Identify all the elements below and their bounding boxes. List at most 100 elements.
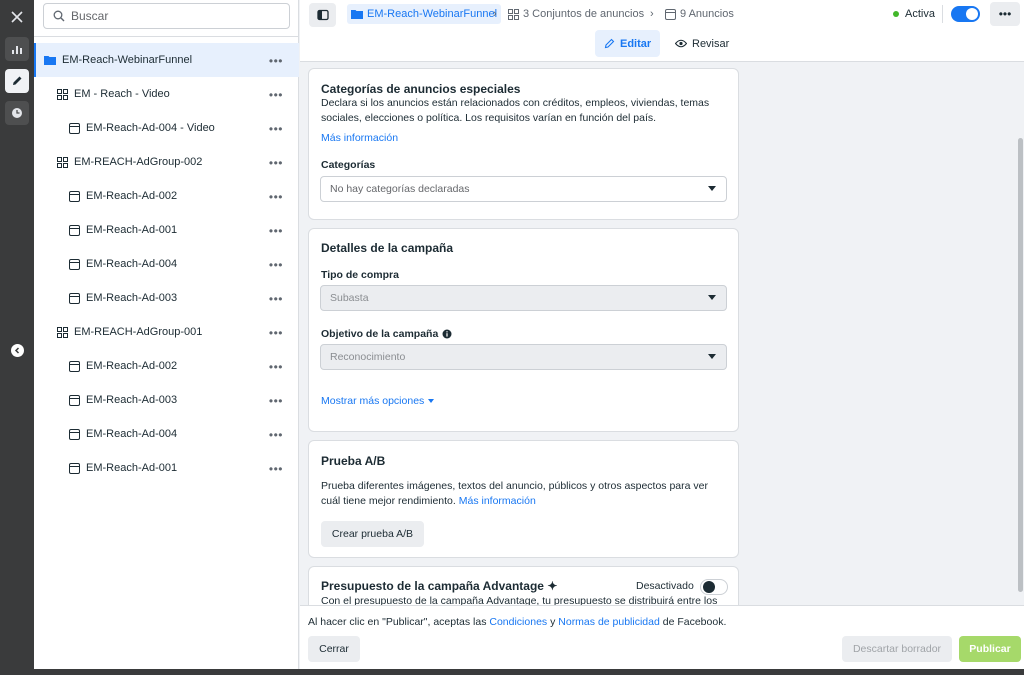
bottom-bar: [0, 669, 1024, 675]
tree-item-ad[interactable]: EM-Reach-Ad-002 •••: [34, 349, 299, 383]
terms-suffix: de Facebook.: [659, 616, 727, 628]
ad-icon: [68, 258, 80, 270]
more-options-button[interactable]: •••: [269, 122, 283, 136]
tree-item-label: EM-Reach-Ad-001: [86, 224, 178, 236]
dropdown-caret-icon: [708, 186, 716, 191]
more-options-button[interactable]: •••: [269, 428, 283, 442]
scrollbar-thumb[interactable]: [1018, 138, 1023, 592]
more-options-button[interactable]: •••: [269, 88, 283, 102]
show-more-options-label: Mostrar más opciones: [321, 395, 425, 407]
breadcrumb-adsets-label: 3 Conjuntos de anuncios: [523, 8, 645, 20]
tree-item-label: EM-Reach-Ad-002: [86, 360, 178, 372]
tree-item-ad[interactable]: EM-Reach-Ad-001 •••: [34, 213, 299, 247]
ad-icon: [68, 122, 80, 134]
tree-item-ad[interactable]: EM-Reach-Ad-003 •••: [34, 383, 299, 417]
advantage-budget-title-row: Presupuesto de la campaña Advantage ✦: [321, 579, 557, 593]
status-dot: [893, 11, 899, 17]
edit-mode-button[interactable]: Editar: [595, 30, 661, 57]
divider: [34, 36, 299, 37]
more-options-button[interactable]: •••: [269, 360, 283, 374]
clock-icon[interactable]: [5, 101, 29, 125]
tree-item-ad[interactable]: EM-Reach-Ad-004 •••: [34, 417, 299, 451]
ab-test-more-info-link[interactable]: Más información: [459, 495, 536, 507]
chevron-right-icon: ›: [650, 8, 654, 20]
ad-icon: [68, 224, 80, 236]
advertising-policies-link[interactable]: Normas de publicidad: [558, 616, 660, 628]
more-info-link[interactable]: Más información: [321, 132, 398, 144]
tree-item-ad[interactable]: EM-Reach-Ad-002 •••: [34, 179, 299, 213]
special-categories-title: Categorías de anuncios especiales: [321, 82, 521, 96]
ab-test-description: Prueba diferentes imágenes, textos del a…: [321, 479, 726, 509]
discard-draft-button[interactable]: Descartar borrador: [842, 636, 952, 662]
ad-icon: [68, 292, 80, 304]
advantage-budget-title: Presupuesto de la campaña Advantage: [321, 579, 544, 593]
tree-item-adset[interactable]: EM - Reach - Video •••: [34, 77, 299, 111]
panel-toggle-icon[interactable]: [309, 3, 336, 27]
more-options-button[interactable]: •••: [269, 190, 283, 204]
more-options-button[interactable]: •••: [269, 224, 283, 238]
buy-type-value: Subasta: [330, 292, 369, 304]
content-scrollbar[interactable]: [1017, 62, 1024, 605]
grid-icon: [56, 156, 68, 168]
categories-label: Categorías: [321, 159, 376, 171]
campaign-tree-panel: EM-Reach-WebinarFunnel•••EM - Reach - Vi…: [34, 0, 299, 675]
create-ab-test-button[interactable]: Crear prueba A/B: [321, 521, 424, 547]
advantage-budget-toggle[interactable]: [700, 579, 728, 595]
breadcrumb-ads-label: 9 Anuncios: [680, 8, 734, 20]
grid-icon: [56, 88, 68, 100]
close-icon[interactable]: [5, 5, 29, 29]
tree-item-label: EM-Reach-Ad-003: [86, 394, 178, 406]
objective-value: Reconocimiento: [330, 351, 406, 363]
more-options-button[interactable]: •••: [269, 258, 283, 272]
tree-item-ad[interactable]: EM-Reach-Ad-001 •••: [34, 451, 299, 485]
tree-item-adset[interactable]: EM-REACH-AdGroup-002 •••: [34, 145, 299, 179]
bar-chart-icon[interactable]: [5, 37, 29, 61]
close-button[interactable]: Cerrar: [308, 636, 360, 662]
info-icon[interactable]: [442, 329, 452, 339]
tree-item-adset[interactable]: EM-REACH-AdGroup-001 •••: [34, 315, 299, 349]
more-options-button[interactable]: •••: [269, 156, 283, 170]
advantage-budget-description: Con el presupuesto de la campaña Advanta…: [321, 595, 718, 605]
breadcrumb-ads[interactable]: 9 Anuncios: [665, 4, 734, 24]
more-options-button[interactable]: •••: [269, 462, 283, 476]
search-input[interactable]: [71, 9, 271, 23]
publish-button[interactable]: Publicar: [959, 636, 1021, 662]
terms-link[interactable]: Condiciones: [489, 616, 547, 628]
ad-icon: [68, 190, 80, 202]
pencil-icon[interactable]: [5, 69, 29, 93]
more-options-button[interactable]: •••: [269, 54, 283, 68]
tree-item-label: EM-Reach-Ad-004: [86, 428, 178, 440]
review-mode-button[interactable]: Revisar: [666, 30, 738, 57]
categories-select[interactable]: No hay categorías declaradas: [320, 176, 727, 202]
objective-select[interactable]: Reconocimiento: [320, 344, 727, 370]
buy-type-select[interactable]: Subasta: [320, 285, 727, 311]
breadcrumb-campaign-label: EM-Reach-WebinarFunnel: [367, 8, 498, 20]
advantage-budget-status: Desactivado: [636, 580, 694, 592]
edit-mode-label: Editar: [620, 37, 652, 50]
objective-label-row: Objetivo de la campaña: [321, 328, 452, 340]
tree-item-ad[interactable]: EM-Reach-Ad-004 - Video •••: [34, 111, 299, 145]
top-bar: EM-Reach-WebinarFunnel › 3 Conjuntos de …: [300, 0, 1024, 62]
ad-icon: [68, 428, 80, 440]
more-options-button[interactable]: •••: [990, 2, 1020, 26]
more-options-button[interactable]: •••: [269, 326, 283, 340]
show-more-options-link[interactable]: Mostrar más opciones: [321, 395, 435, 407]
tree-item-campaign[interactable]: EM-Reach-WebinarFunnel •••: [34, 43, 299, 77]
tree-item-ad[interactable]: EM-Reach-Ad-003 •••: [34, 281, 299, 315]
tree-item-ad[interactable]: EM-Reach-Ad-004 •••: [34, 247, 299, 281]
search-box[interactable]: [43, 3, 290, 29]
editor-content: Categorías de anuncios especiales Declar…: [300, 62, 1024, 605]
ad-icon: [665, 8, 676, 20]
tree-item-label: EM-Reach-Ad-001: [86, 462, 178, 474]
tree-item-label: EM-Reach-Ad-003: [86, 292, 178, 304]
campaign-active-toggle[interactable]: [951, 6, 980, 22]
chevron-left-icon[interactable]: [11, 344, 24, 357]
breadcrumb-campaign[interactable]: EM-Reach-WebinarFunnel: [347, 4, 502, 24]
breadcrumb-adsets[interactable]: 3 Conjuntos de anuncios: [508, 4, 644, 24]
more-options-button[interactable]: •••: [269, 292, 283, 306]
caret-down-icon: [428, 399, 435, 403]
pencil-icon: [604, 38, 615, 49]
advantage-budget-card: Presupuesto de la campaña Advantage ✦ De…: [308, 566, 739, 605]
more-options-button[interactable]: •••: [269, 394, 283, 408]
categories-value: No hay categorías declaradas: [330, 183, 470, 195]
